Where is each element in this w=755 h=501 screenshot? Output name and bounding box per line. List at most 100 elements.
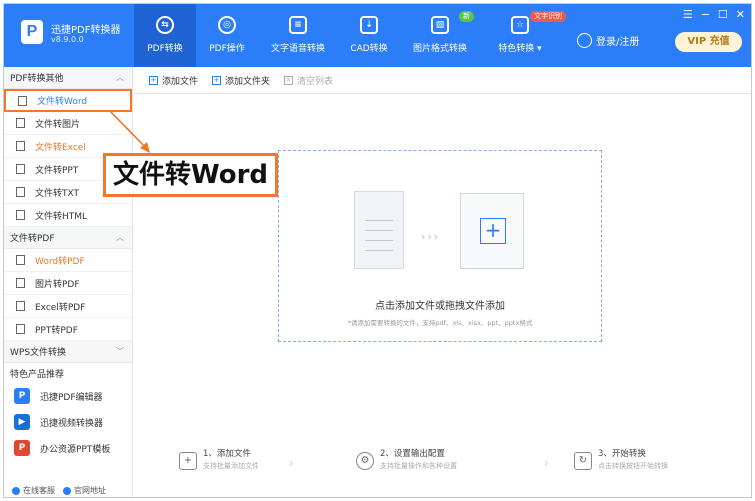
step-title: 2、设置输出配置	[380, 449, 445, 459]
promo-title: 特色产品推荐	[10, 369, 65, 380]
section-pdf-other[interactable]: PDF转换其他 ︿	[4, 67, 132, 89]
nav-pdf-operate[interactable]: ◎ PDF操作	[196, 4, 258, 67]
step-add-file: + 1、添加文件 支持批量添加文件	[179, 448, 259, 472]
app-version: v8.9.0.0	[51, 35, 84, 44]
video-converter-icon: ▶	[14, 414, 30, 430]
window-controls: ☰ − ☐ ✕	[683, 8, 745, 21]
pdf-editor-icon: P	[14, 388, 30, 404]
online-service-link[interactable]: 在线客服	[12, 485, 55, 496]
sidebar-item-label: 文件转Excel	[35, 142, 86, 153]
website-label: 官网地址	[74, 486, 106, 495]
start-convert-icon: ↻	[574, 452, 592, 470]
step-desc: 支持批量添加文件	[203, 462, 259, 470]
section-wps[interactable]: WPS文件转换 ﹀	[4, 341, 132, 363]
nav-label: CAD转换	[350, 44, 388, 54]
add-folder-label: 添加文件夹	[225, 76, 271, 87]
sidebar-item-label: 文件转Word	[37, 97, 88, 107]
app-name: 迅捷PDF转换器	[51, 25, 121, 36]
sidebar-item-label: 文件转TXT	[35, 188, 80, 199]
sidebar-item-label: 文件转PPT	[35, 165, 79, 176]
annotation-callout: 文件转Word	[103, 153, 278, 197]
promo-ppt-template[interactable]: P 办公资源PPT模板	[4, 435, 132, 461]
sidebar-item-image-to-pdf[interactable]: 图片转PDF	[4, 272, 132, 295]
add-file-label: 添加文件	[162, 76, 199, 87]
promo-label: 办公资源PPT模板	[40, 444, 111, 455]
section-title: PDF转换其他	[10, 74, 64, 84]
add-file-step-icon: +	[179, 452, 197, 470]
maximize-icon[interactable]: ☐	[718, 8, 728, 21]
add-file-button[interactable]: + 添加文件	[149, 74, 198, 87]
cad-icon: ⇣	[360, 16, 378, 34]
file-icon	[18, 95, 27, 106]
nav-speech[interactable]: ≡ 文字语音转换	[258, 4, 338, 67]
file-icon	[16, 210, 25, 220]
login-button[interactable]: 登录/注册	[577, 33, 639, 48]
file-icon	[16, 255, 25, 265]
nav-label: PDF转换	[147, 44, 183, 54]
nav-pdf-convert[interactable]: ⇆ PDF转换	[134, 4, 196, 67]
add-folder-icon: +	[212, 75, 222, 85]
sidebar-item-label: Excel转PDF	[35, 302, 86, 313]
sidebar-item-label: PPT转PDF	[35, 325, 78, 336]
image-icon: ▨	[431, 16, 449, 34]
chevron-up-icon: ︿	[116, 73, 124, 82]
speech-icon: ≡	[289, 16, 307, 34]
add-file-icon: +	[149, 75, 158, 85]
website-link[interactable]: 官网地址	[63, 485, 106, 496]
ocr-badge: 文字识别	[530, 11, 566, 22]
user-icon	[577, 33, 592, 48]
sidebar-item-word-to-pdf[interactable]: Word转PDF	[4, 249, 132, 272]
step-title: 3、开始转换	[598, 449, 646, 459]
app-logo: P	[21, 20, 43, 44]
add-file-box[interactable]: +	[460, 193, 524, 269]
step-arrow-icon: ›	[544, 456, 549, 470]
bottom-links: 在线客服 官网地址	[12, 485, 106, 496]
image-file-icon	[16, 278, 25, 288]
arrows-icon: ›››	[421, 230, 441, 243]
step-title: 1、添加文件	[203, 449, 251, 459]
nav-special[interactable]: ☆ 特色转换 ▾ 文字识别	[480, 4, 566, 67]
steps-bar: + 1、添加文件 支持批量添加文件 › ⚙ 2、设置输出配置 支持批量操作和各种设置…	[134, 448, 751, 488]
section-file-to-pdf[interactable]: 文件转PDF ︿	[4, 227, 132, 249]
document-icon	[354, 191, 404, 269]
minimize-icon[interactable]: −	[701, 8, 710, 21]
nav-cad[interactable]: ⇣ CAD转换	[338, 4, 400, 67]
sidebar-item-label: Word转PDF	[35, 256, 85, 267]
sidebar-item-label: 文件转HTML	[35, 211, 88, 222]
file-icon	[16, 187, 25, 197]
sidebar-item-file-to-html[interactable]: 文件转HTML	[4, 204, 132, 227]
sidebar-item-file-to-word[interactable]: 文件转Word	[4, 89, 132, 112]
toolbar: + 添加文件 + 添加文件夹 × 清空列表	[134, 67, 751, 94]
pdf-convert-icon: ⇆	[156, 16, 174, 34]
nav-image[interactable]: ▨ 图片格式转换 新	[400, 4, 480, 67]
clear-list-button[interactable]: × 清空列表	[284, 74, 333, 87]
new-badge: 新	[459, 11, 474, 22]
close-icon[interactable]: ✕	[736, 8, 745, 21]
sidebar-item-file-to-image[interactable]: 文件转图片	[4, 112, 132, 135]
headset-icon	[12, 486, 20, 495]
nav-label: 图片格式转换	[412, 44, 467, 54]
file-icon	[16, 324, 25, 334]
sidebar-item-ppt-to-pdf[interactable]: PPT转PDF	[4, 318, 132, 341]
step-desc: 支持批量操作和各种设置	[380, 462, 457, 470]
section-title: WPS文件转换	[10, 348, 67, 358]
title-bar: P 迅捷PDF转换器 v8.9.0.0 ⇆ PDF转换 ◎ PDF操作 ≡ 文字…	[4, 4, 751, 67]
clear-list-label: 清空列表	[297, 76, 334, 87]
menu-icon[interactable]: ☰	[683, 8, 693, 21]
drop-zone-hint: *请添加需要转换的文件，支持pdf、xls、xlsx、ppt、pptx格式	[347, 319, 533, 327]
section-title: 文件转PDF	[10, 234, 55, 244]
browser-icon	[63, 486, 71, 495]
sidebar: PDF转换其他 ︿ 文件转Word 文件转图片 文件转Excel 文件转PPT …	[4, 67, 133, 497]
promo-pdf-editor[interactable]: P 迅捷PDF编辑器	[4, 383, 132, 409]
add-folder-button[interactable]: + 添加文件夹	[212, 74, 270, 87]
vip-button[interactable]: VIP 充值	[675, 32, 742, 52]
sidebar-item-label: 文件转图片	[35, 119, 81, 130]
promo-video-converter[interactable]: ▶ 迅捷视频转换器	[4, 409, 132, 435]
nav-label: PDF操作	[209, 44, 245, 54]
main-nav: ⇆ PDF转换 ◎ PDF操作 ≡ 文字语音转换 ⇣ CAD转换 ▨ 图片格式转…	[134, 4, 566, 67]
sidebar-item-excel-to-pdf[interactable]: Excel转PDF	[4, 295, 132, 318]
chevron-up-icon: ︿	[116, 233, 124, 242]
step-start: ↻ 3、开始转换 点击转换按钮开始转换	[574, 448, 668, 472]
sidebar-item-label: 图片转PDF	[35, 279, 80, 290]
file-drop-zone[interactable]: ››› + 点击添加文件或拖拽文件添加 *请添加需要转换的文件，支持pdf、xl…	[278, 150, 602, 342]
